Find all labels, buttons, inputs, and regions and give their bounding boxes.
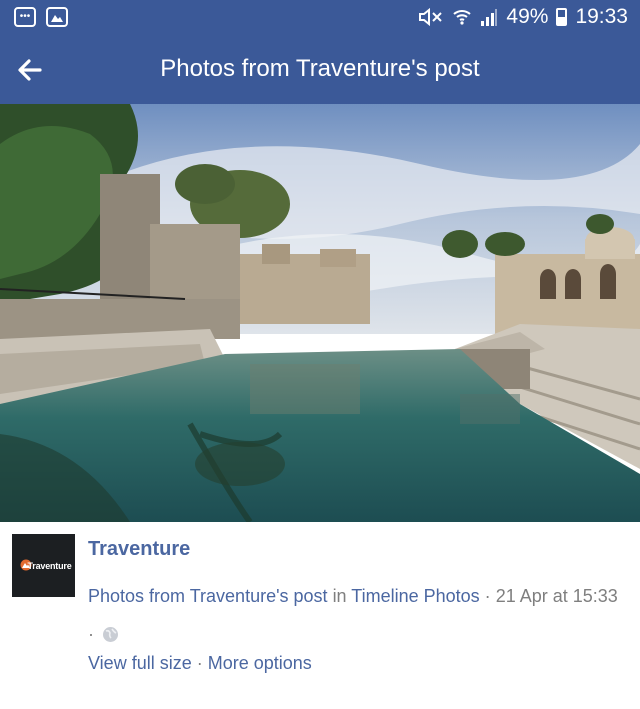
post-date[interactable]: 21 Apr at 15:33: [496, 586, 618, 606]
mute-icon: [418, 7, 444, 27]
post-info: Traventure Traventure Photos from Traven…: [0, 522, 640, 709]
more-options-link[interactable]: More options: [208, 653, 312, 673]
post-description: Photos from Traventure's post in Timelin…: [88, 577, 618, 656]
post-photo[interactable]: [0, 104, 640, 522]
signal-icon: [480, 7, 498, 27]
wifi-icon: [452, 7, 472, 27]
in-label: in: [332, 586, 347, 606]
avatar[interactable]: Traventure: [12, 534, 75, 597]
post-link[interactable]: Photos from Traventure's post: [88, 586, 328, 606]
gallery-icon: [46, 7, 68, 27]
album-link[interactable]: Timeline Photos: [351, 586, 479, 606]
view-full-size-link[interactable]: View full size: [88, 653, 192, 673]
separator: ·: [196, 653, 203, 673]
photo-actions: View full size · More options: [88, 653, 312, 674]
app-bar: Photos from Traventure's post: [0, 36, 640, 104]
status-bar: ••• 49% 19:33: [0, 0, 640, 36]
globe-icon: [102, 618, 119, 656]
page-title: Photos from Traventure's post: [160, 55, 480, 82]
battery-icon: [556, 8, 568, 26]
page-name-link[interactable]: Traventure: [88, 538, 190, 561]
battery-percent: 49%: [506, 5, 549, 28]
clock: 19:33: [575, 5, 628, 28]
separator: ·: [484, 586, 491, 606]
messages-icon: •••: [14, 7, 36, 27]
separator: ·: [88, 624, 94, 644]
avatar-label: Traventure: [27, 561, 72, 571]
